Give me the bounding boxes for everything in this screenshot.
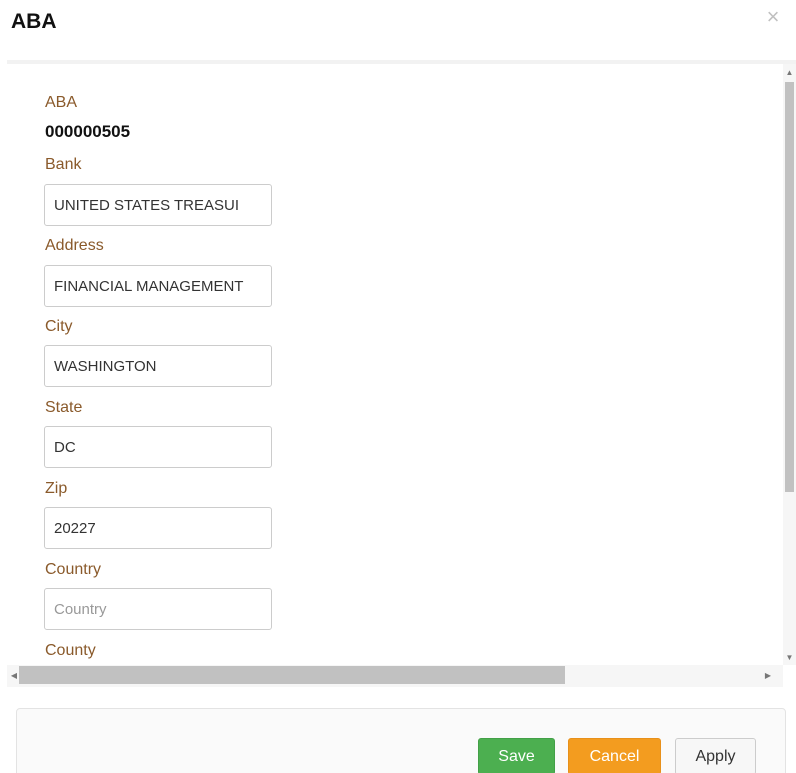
vertical-scrollbar[interactable]: ▲ ▼ — [783, 64, 796, 665]
country-label: Country — [45, 561, 102, 578]
dialog-title: ABA — [11, 10, 57, 33]
scroll-up-icon[interactable]: ▲ — [783, 66, 796, 80]
bank-input[interactable] — [44, 184, 272, 226]
bank-label: Bank — [45, 156, 82, 173]
aba-label: ABA — [45, 94, 78, 111]
county-label: County — [45, 642, 96, 659]
scroll-down-icon[interactable]: ▼ — [783, 651, 796, 665]
state-input[interactable] — [44, 426, 272, 468]
cancel-button[interactable]: Cancel — [568, 738, 661, 773]
city-label: City — [45, 318, 73, 335]
save-button[interactable]: Save — [478, 738, 555, 773]
horizontal-scroll-thumb[interactable] — [19, 666, 565, 684]
zip-label: Zip — [45, 480, 68, 497]
state-label: State — [45, 399, 83, 416]
zip-input[interactable] — [44, 507, 272, 549]
dialog-footer: Save Cancel Apply — [16, 708, 786, 773]
country-input[interactable] — [44, 588, 272, 630]
form-area: ABA 000000505 Bank Address City State Zi… — [7, 64, 779, 665]
close-icon[interactable]: × — [760, 4, 786, 30]
horizontal-scrollbar[interactable]: ◀ ▶ — [7, 665, 783, 687]
city-input[interactable] — [44, 345, 272, 387]
aba-value: 000000505 — [45, 122, 131, 141]
address-input[interactable] — [44, 265, 272, 307]
vertical-scroll-thumb[interactable] — [785, 82, 794, 492]
apply-button[interactable]: Apply — [675, 738, 756, 773]
address-label: Address — [45, 237, 104, 254]
dialog-content: ABA 000000505 Bank Address City State Zi… — [7, 60, 796, 689]
aba-dialog: ABA × ABA 000000505 Bank Address City St… — [0, 0, 796, 773]
scroll-right-icon[interactable]: ▶ — [761, 665, 775, 687]
